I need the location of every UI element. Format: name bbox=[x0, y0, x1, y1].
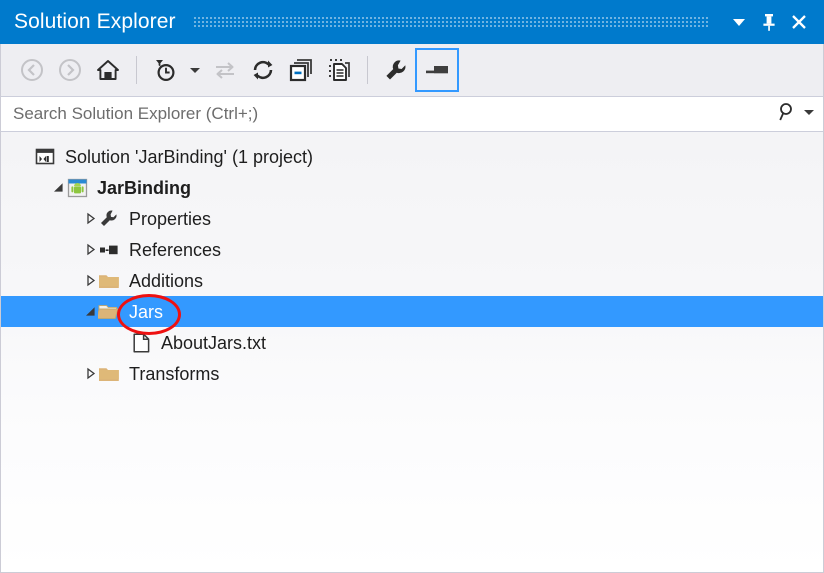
chevron-down-icon[interactable] bbox=[724, 6, 754, 38]
window-titlebar: Solution Explorer bbox=[0, 0, 824, 44]
titlebar-drag-grip[interactable] bbox=[193, 15, 710, 29]
window-title: Solution Explorer bbox=[14, 10, 176, 33]
tree-row-label: Properties bbox=[129, 208, 212, 229]
preview-selected-items-button[interactable] bbox=[415, 48, 459, 92]
tree-row[interactable]: Solution 'JarBinding' (1 project) bbox=[1, 141, 823, 172]
solution-tree[interactable]: Solution 'JarBinding' (1 project) JarBind… bbox=[0, 132, 824, 573]
chevron-down-icon[interactable] bbox=[803, 105, 815, 123]
search-input[interactable] bbox=[13, 104, 777, 124]
back-button[interactable] bbox=[13, 51, 51, 89]
tree-row[interactable]: Transforms bbox=[1, 358, 823, 389]
collapse-all-button[interactable] bbox=[282, 51, 320, 89]
solution-explorer-window: Solution Explorer Search Solution Explor… bbox=[0, 0, 824, 573]
text-file-icon bbox=[130, 332, 152, 353]
toolbar-separator-2 bbox=[367, 56, 368, 84]
wrench-icon bbox=[98, 209, 120, 229]
tree-row-label: References bbox=[129, 239, 222, 260]
pending-changes-filter-button[interactable] bbox=[146, 51, 184, 89]
tree-row-label: Solution 'JarBinding' (1 project) bbox=[65, 146, 314, 167]
tree-row-label: JarBinding bbox=[97, 177, 192, 198]
pending-changes-dropdown[interactable] bbox=[184, 51, 206, 89]
chevron-right-icon[interactable] bbox=[83, 242, 98, 257]
search-bar-icons bbox=[777, 101, 815, 128]
toolbar-separator bbox=[136, 56, 137, 84]
sync-with-active-document-button[interactable] bbox=[206, 51, 244, 89]
chevron-right-icon[interactable] bbox=[83, 273, 98, 288]
android-project-icon bbox=[66, 178, 88, 198]
home-button[interactable] bbox=[89, 51, 127, 89]
tree-row[interactable]: Additions bbox=[1, 265, 823, 296]
show-all-files-button[interactable] bbox=[320, 51, 358, 89]
pin-icon[interactable] bbox=[754, 6, 784, 38]
tree-row[interactable]: Properties bbox=[1, 203, 823, 234]
chevron-right-icon[interactable] bbox=[83, 366, 98, 381]
tree-row[interactable]: JarBinding bbox=[1, 172, 823, 203]
chevron-right-icon[interactable] bbox=[83, 211, 98, 226]
chevron-down-icon[interactable] bbox=[51, 180, 66, 195]
folder-open-icon bbox=[98, 302, 120, 322]
close-icon[interactable] bbox=[784, 6, 814, 38]
tree-row-label: Jars bbox=[129, 301, 164, 322]
properties-button[interactable] bbox=[377, 51, 415, 89]
tree-row-label: Transforms bbox=[129, 363, 220, 384]
tree-row[interactable]: References bbox=[1, 234, 823, 265]
references-icon bbox=[98, 240, 120, 260]
refresh-button[interactable] bbox=[244, 51, 282, 89]
folder-icon bbox=[98, 271, 120, 291]
chevron-down-icon[interactable] bbox=[83, 304, 98, 319]
tree-row[interactable]: Jars bbox=[1, 296, 823, 327]
solution-icon bbox=[34, 147, 56, 167]
search-icon[interactable] bbox=[777, 101, 799, 128]
tree-row-label: AboutJars.txt bbox=[161, 332, 267, 353]
tree-row-label: Additions bbox=[129, 270, 204, 291]
folder-icon bbox=[98, 364, 120, 384]
solution-explorer-toolbar bbox=[0, 44, 824, 96]
forward-button[interactable] bbox=[51, 51, 89, 89]
tree-row[interactable]: AboutJars.txt bbox=[1, 327, 823, 358]
search-bar bbox=[0, 96, 824, 132]
